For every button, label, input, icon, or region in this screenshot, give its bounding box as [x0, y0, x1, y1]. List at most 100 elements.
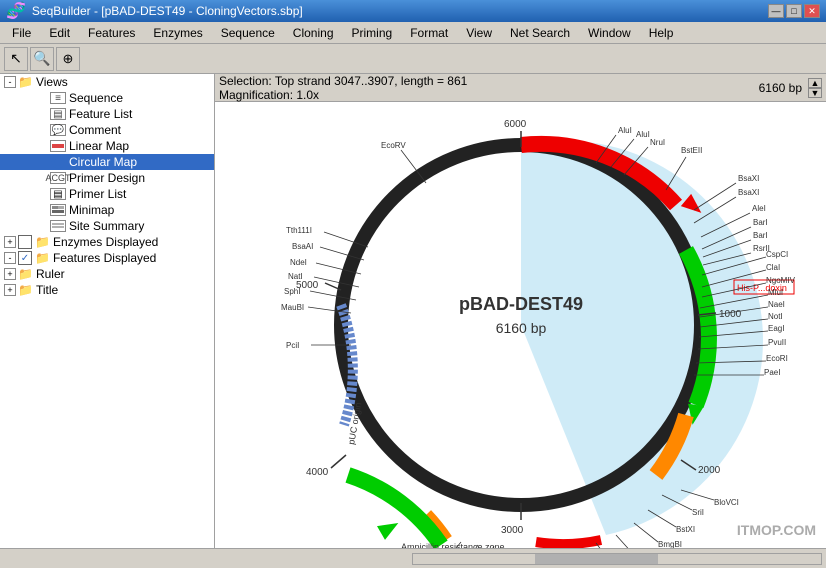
title-expand[interactable]: + [4, 284, 16, 296]
sidebar-label-comment: Comment [69, 123, 121, 137]
svg-text:BstXI: BstXI [676, 525, 695, 534]
sidebar-label-minimap: Minimap [69, 203, 114, 217]
sidebar-label-features: Features Displayed [53, 251, 156, 265]
svg-text:MauBI: MauBI [281, 303, 304, 312]
sidebar-item-sequence[interactable]: ≡ Sequence [0, 90, 214, 106]
svg-text:3000: 3000 [501, 525, 524, 536]
sidebar-item-circular-map[interactable]: Circular Map [0, 154, 214, 170]
svg-text:Ampicillin resistance zone: Ampicillin resistance zone [401, 542, 505, 548]
menu-format[interactable]: Format [402, 24, 456, 42]
sidebar-label-primer-design: Primer Design [69, 171, 145, 185]
svg-text:BsaXI: BsaXI [738, 188, 759, 197]
sidebar-item-feature-list[interactable]: ▤ Feature List [0, 106, 214, 122]
menu-window[interactable]: Window [580, 24, 639, 42]
sidebar-item-enzymes-displayed[interactable]: + 📁 Enzymes Displayed [0, 234, 214, 250]
svg-text:BarI: BarI [753, 231, 768, 240]
svg-text:1000: 1000 [719, 309, 742, 320]
sidebar-label-sequence: Sequence [69, 91, 123, 105]
svg-text:EcoRI: EcoRI [766, 354, 788, 363]
sidebar-item-features-displayed[interactable]: - ✓ 📁 Features Displayed [0, 250, 214, 266]
svg-text:AluI: AluI [618, 126, 632, 135]
title-bar: 🧬 SeqBuilder - [pBAD-DEST49 - CloningVec… [0, 0, 826, 22]
sidebar-item-primer-design[interactable]: ACGT Primer Design [0, 170, 214, 186]
menu-priming[interactable]: Priming [344, 24, 401, 42]
menu-features[interactable]: Features [80, 24, 143, 42]
sidebar-label-views: Views [36, 75, 68, 89]
enzymes-expand[interactable]: + [4, 236, 16, 248]
menu-enzymes[interactable]: Enzymes [145, 24, 210, 42]
title-bar-controls[interactable]: — □ ✕ [768, 4, 820, 18]
menu-view[interactable]: View [458, 24, 500, 42]
circular-map-container: His-P...doxin pUC origin Ampicillin resi… [215, 102, 826, 548]
svg-text:PciI: PciI [286, 341, 299, 350]
watermark: ITMOP.COM [737, 522, 816, 538]
svg-text:6000: 6000 [504, 119, 527, 130]
menu-edit[interactable]: Edit [41, 24, 78, 42]
svg-text:EagI: EagI [768, 324, 784, 333]
svg-text:NotI: NotI [768, 312, 783, 321]
minimize-button[interactable]: — [768, 4, 784, 18]
svg-text:SphI: SphI [284, 287, 300, 296]
title-bar-title: 🧬 SeqBuilder - [pBAD-DEST49 - CloningVec… [6, 1, 303, 21]
sidebar-label-enzymes: Enzymes Displayed [53, 235, 158, 249]
menu-cloning[interactable]: Cloning [285, 24, 342, 42]
sidebar-label-title: Title [36, 283, 58, 297]
svg-text:6160 bp: 6160 bp [495, 320, 546, 336]
menu-netsearch[interactable]: Net Search [502, 24, 578, 42]
svg-text:AleI: AleI [752, 204, 766, 213]
sidebar-item-primer-list[interactable]: ▤ Primer List [0, 186, 214, 202]
close-button[interactable]: ✕ [804, 4, 820, 18]
cursor-tool[interactable]: ↖ [4, 47, 28, 71]
svg-text:BsaAI: BsaAI [292, 242, 313, 251]
sidebar-item-minimap[interactable]: Minimap [0, 202, 214, 218]
svg-text:BstEII: BstEII [681, 146, 702, 155]
bp-display: 6160 bp [759, 81, 802, 95]
sidebar-label-circular-map: Circular Map [69, 155, 137, 169]
window-title: SeqBuilder - [pBAD-DEST49 - CloningVecto… [32, 4, 303, 18]
status-bar [0, 548, 826, 568]
menu-help[interactable]: Help [641, 24, 682, 42]
features-expand[interactable]: - [4, 252, 16, 264]
sidebar-item-site-summary[interactable]: Site Summary [0, 218, 214, 234]
enzymes-check[interactable] [18, 235, 32, 249]
ruler-expand[interactable]: + [4, 268, 16, 280]
zoom-in-tool[interactable]: ⊕ [56, 47, 80, 71]
zoom-out-tool[interactable]: 🔍 [30, 47, 54, 71]
svg-text:ClaI: ClaI [766, 263, 780, 272]
svg-text:NatI: NatI [288, 272, 303, 281]
menu-file[interactable]: File [4, 24, 39, 42]
svg-text:CspCI: CspCI [766, 250, 788, 259]
svg-text:Tth111I: Tth111I [286, 226, 312, 235]
menu-sequence[interactable]: Sequence [213, 24, 283, 42]
sidebar-item-comment[interactable]: 💬 Comment [0, 122, 214, 138]
sidebar-label-site-summary: Site Summary [69, 219, 144, 233]
sidebar-item-title[interactable]: + 📁 Title [0, 282, 214, 298]
toolbar: ↖ 🔍 ⊕ [0, 44, 826, 74]
sidebar-item-views[interactable]: - 📁 Views [0, 74, 214, 90]
svg-text:PvuII: PvuII [768, 338, 786, 347]
svg-text:NgoMIV: NgoMIV [766, 276, 796, 285]
svg-text:BmgBI: BmgBI [658, 540, 682, 548]
menu-bar: File Edit Features Enzymes Sequence Clon… [0, 22, 826, 44]
sidebar-item-ruler[interactable]: + 📁 Ruler [0, 266, 214, 282]
svg-text:EcoRV: EcoRV [381, 141, 406, 150]
sidebar: - 📁 Views ≡ Sequence ▤ Feature List 💬 Co… [0, 74, 215, 548]
sidebar-label-primer-list: Primer List [69, 187, 126, 201]
maximize-button[interactable]: □ [786, 4, 802, 18]
scroll-up-button[interactable]: ▲ [808, 78, 822, 88]
views-expand[interactable]: - [4, 76, 16, 88]
circular-map-svg: His-P...doxin pUC origin Ampicillin resi… [226, 95, 816, 548]
main-layout: - 📁 Views ≡ Sequence ▤ Feature List 💬 Co… [0, 74, 826, 548]
sidebar-label-ruler: Ruler [36, 267, 65, 281]
canvas-area: Selection: Top strand 3047..3907, length… [215, 74, 826, 548]
svg-text:PaeI: PaeI [764, 368, 780, 377]
svg-text:NdeI: NdeI [290, 258, 307, 267]
svg-text:BsaXI: BsaXI [738, 174, 759, 183]
selection-info-line1: Selection: Top strand 3047..3907, length… [219, 74, 755, 88]
sidebar-label-feature-list: Feature List [69, 107, 132, 121]
svg-text:AluI: AluI [636, 130, 650, 139]
svg-text:NruI: NruI [650, 138, 665, 147]
sidebar-item-linear-map[interactable]: Linear Map [0, 138, 214, 154]
features-check[interactable]: ✓ [18, 251, 32, 265]
scrollbar-horizontal[interactable] [412, 553, 822, 565]
